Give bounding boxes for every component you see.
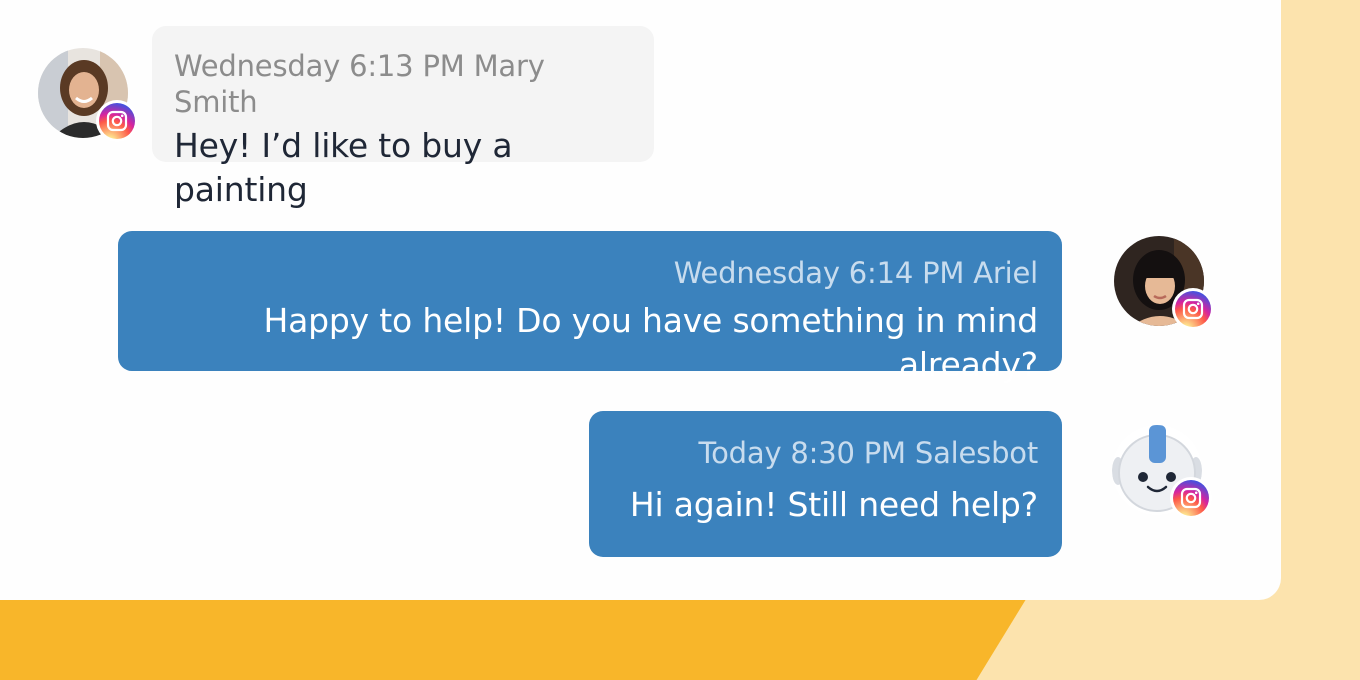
message-text: Hi again! Still need help? bbox=[629, 485, 1038, 524]
message-meta: Wednesday 6:14 PM Ariel bbox=[673, 256, 1039, 290]
message-bubble-incoming: Wednesday 6:13 PM Mary Smith Hey! I’d li… bbox=[152, 26, 654, 209]
message-bubble-outgoing: Wednesday 6:14 PM Ariel Happy to help! D… bbox=[118, 231, 1062, 384]
message-text: Happy to help! Do you have something in … bbox=[263, 301, 1039, 384]
instagram-icon bbox=[1172, 288, 1214, 330]
salesbot-avatar[interactable] bbox=[1112, 425, 1212, 519]
instagram-icon bbox=[1170, 477, 1212, 519]
mary-smith-avatar[interactable] bbox=[38, 48, 138, 142]
message-meta: Wednesday 6:13 PM Mary Smith bbox=[174, 49, 545, 119]
message-meta: Today 8:30 PM Salesbot bbox=[698, 436, 1039, 470]
chat-panel: Wednesday 6:13 PM Mary Smith Hey! I’d li… bbox=[0, 0, 1281, 600]
instagram-icon bbox=[96, 100, 138, 142]
message-text: Hey! I’d like to buy a painting bbox=[174, 126, 513, 209]
message-bubble-outgoing: Today 8:30 PM Salesbot Hi again! Still n… bbox=[589, 411, 1062, 557]
ariel-avatar[interactable] bbox=[1114, 236, 1214, 330]
